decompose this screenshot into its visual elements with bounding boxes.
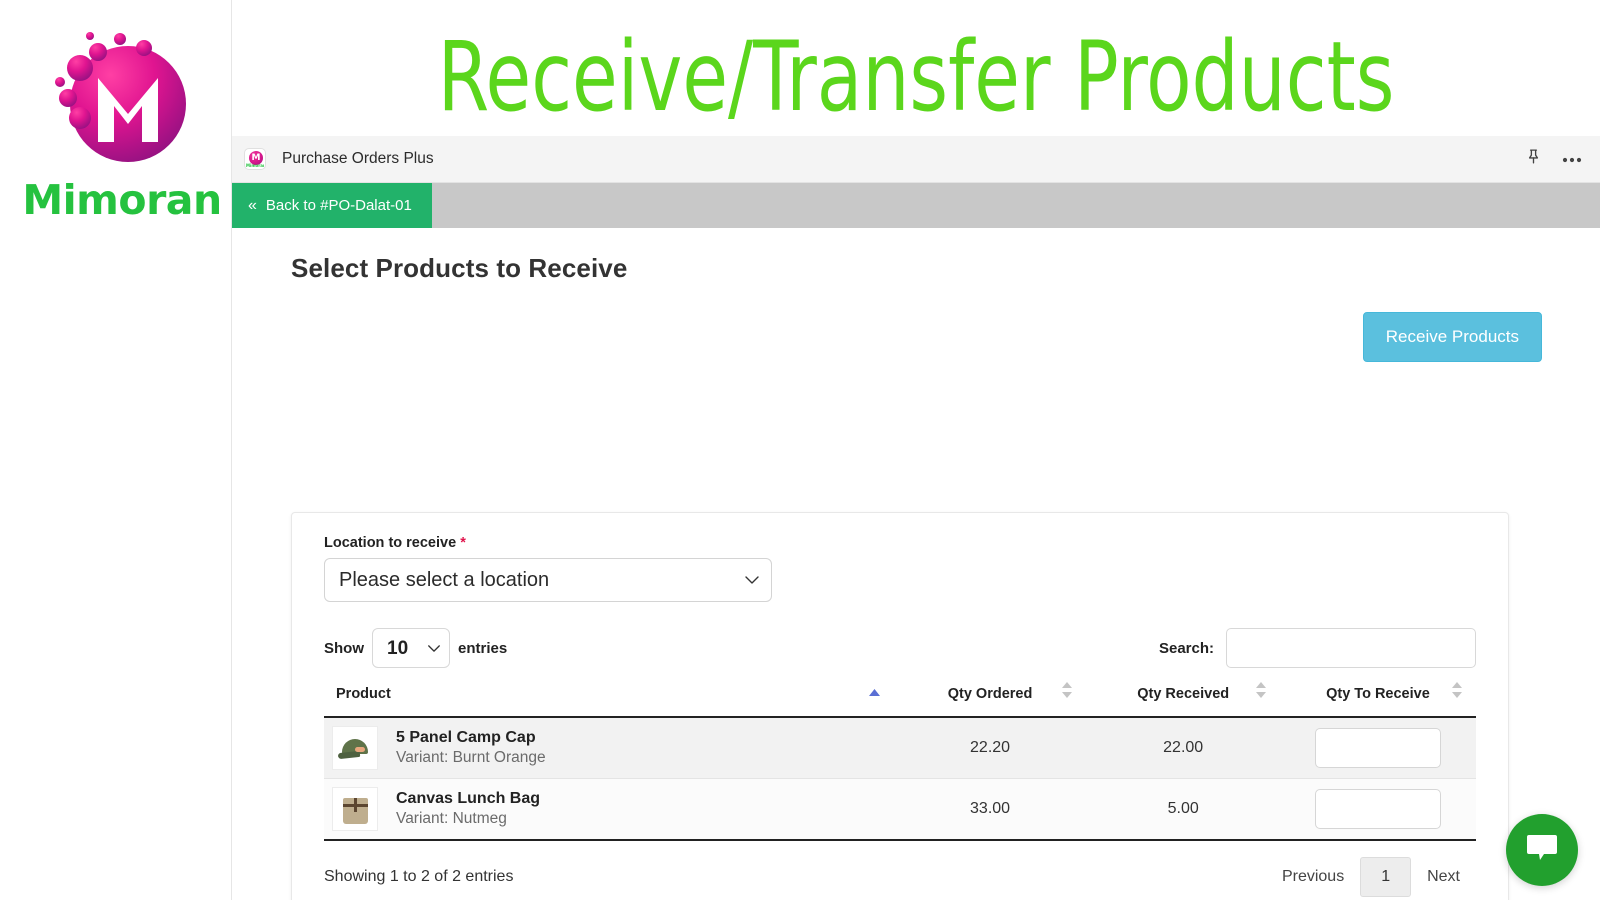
double-chevron-left-icon: « [248, 196, 257, 214]
app-title: Purchase Orders Plus [282, 150, 434, 167]
pagination-previous[interactable]: Previous [1266, 858, 1360, 896]
column-header-product[interactable]: Product [324, 682, 894, 718]
ellipsis-icon[interactable] [1562, 150, 1582, 168]
column-label-qty-received: Qty Received [1137, 686, 1230, 702]
column-label-product: Product [336, 686, 391, 702]
pagination: Previous 1 Next [1266, 857, 1476, 897]
cell-qty-ordered: 33.00 [893, 778, 1087, 841]
pin-icon[interactable] [1525, 148, 1542, 170]
cell-qty-received: 5.00 [1086, 778, 1280, 841]
chat-widget-button[interactable] [1506, 814, 1578, 886]
receive-products-label: Receive Products [1385, 327, 1519, 346]
mimoran-app-icon: Mimoran [244, 148, 266, 170]
search-label: Search: [1158, 639, 1214, 657]
products-table: Product Qty Ordered Qty Received Qty To … [324, 682, 1476, 841]
app-content: Select Products to Receive Receive Produ… [232, 228, 1600, 900]
show-label: Show [324, 639, 364, 657]
required-marker: * [460, 535, 466, 551]
app-toolbar: « Back to #PO-Dalat-01 [232, 183, 1600, 228]
embedded-app-window: Mimoran Purchase Orders Plus « Back to #… [232, 136, 1600, 900]
datatable-info: Showing 1 to 2 of 2 entries [324, 868, 514, 885]
cell-qty-to-receive [1279, 778, 1476, 841]
cell-product: 5 Panel Camp Cap Variant: Burnt Orange [324, 717, 894, 779]
cell-qty-received: 22.00 [1086, 717, 1280, 779]
brand-panel: Mimoran [0, 0, 232, 900]
column-header-qty-received[interactable]: Qty Received [1086, 682, 1280, 718]
column-header-qty-to-receive[interactable]: Qty To Receive [1279, 682, 1476, 718]
datatable-controls: Show 10 entries Search: [324, 628, 1476, 668]
column-header-qty-ordered[interactable]: Qty Ordered [893, 682, 1087, 718]
back-button-label: Back to #PO-Dalat-01 [265, 197, 412, 214]
page-length-select[interactable]: 10 [372, 628, 450, 668]
app-titlebar: Mimoran Purchase Orders Plus [232, 136, 1600, 183]
datatable-footer: Showing 1 to 2 of 2 entries Previous 1 N… [324, 857, 1476, 897]
table-row: Canvas Lunch Bag Variant: Nutmeg 33.00 5… [324, 778, 1476, 841]
mimoran-logo-icon [36, 22, 196, 182]
page-title: Receive/Transfer Products [437, 21, 1395, 133]
cell-qty-ordered: 22.20 [893, 717, 1087, 779]
product-name: Canvas Lunch Bag [396, 789, 541, 807]
pagination-page-1[interactable]: 1 [1360, 857, 1412, 897]
table-row: 5 Panel Camp Cap Variant: Burnt Orange 2… [324, 717, 1476, 779]
column-label-qty-ordered: Qty Ordered [947, 686, 1033, 702]
sort-both-icon [1062, 682, 1073, 702]
search-input[interactable] [1226, 628, 1476, 668]
table-header-row: Product Qty Ordered Qty Received Qty To … [324, 682, 1476, 718]
mimoran-wordmark: Mimoran [22, 176, 222, 224]
product-variant: Variant: Burnt Orange [396, 749, 546, 767]
cell-product: Canvas Lunch Bag Variant: Nutmeg [324, 778, 894, 841]
back-to-purchase-order-button[interactable]: « Back to #PO-Dalat-01 [232, 183, 432, 228]
page-length-control: Show 10 entries [324, 628, 507, 668]
qty-to-receive-input[interactable] [1314, 789, 1441, 829]
app-icon-wordmark: Mimoran [246, 163, 264, 168]
table-body: 5 Panel Camp Cap Variant: Burnt Orange 2… [324, 717, 1476, 841]
table-header: Product Qty Ordered Qty Received Qty To … [324, 682, 1476, 718]
qty-to-receive-input[interactable] [1314, 728, 1441, 768]
camp-cap-thumbnail [332, 726, 378, 770]
location-field-label: Location to receive * [324, 535, 1476, 551]
page-length-wrapper: 10 [372, 628, 450, 668]
sort-both-icon [1452, 682, 1462, 702]
search-control: Search: [1159, 628, 1476, 668]
receive-products-button[interactable]: Receive Products [1362, 312, 1542, 362]
chat-bubble-icon [1525, 833, 1559, 868]
location-select[interactable]: Please select a location [324, 558, 772, 602]
titlebar-actions [1525, 148, 1600, 170]
section-heading: Select Products to Receive [291, 253, 628, 283]
entries-label: entries [458, 639, 508, 657]
location-label-text: Location to receive [324, 535, 457, 551]
products-card: Location to receive * Please select a lo… [291, 512, 1509, 900]
product-variant: Variant: Nutmeg [396, 810, 507, 828]
sort-ascending-icon [868, 684, 880, 700]
sort-both-icon [1255, 682, 1266, 702]
lunch-bag-thumbnail [332, 787, 378, 831]
location-select-wrapper: Please select a location [324, 558, 772, 602]
cell-qty-to-receive [1279, 717, 1476, 779]
column-label-qty-to-receive: Qty To Receive [1326, 686, 1430, 702]
pagination-next[interactable]: Next [1411, 858, 1476, 896]
product-name: 5 Panel Camp Cap [396, 728, 536, 746]
